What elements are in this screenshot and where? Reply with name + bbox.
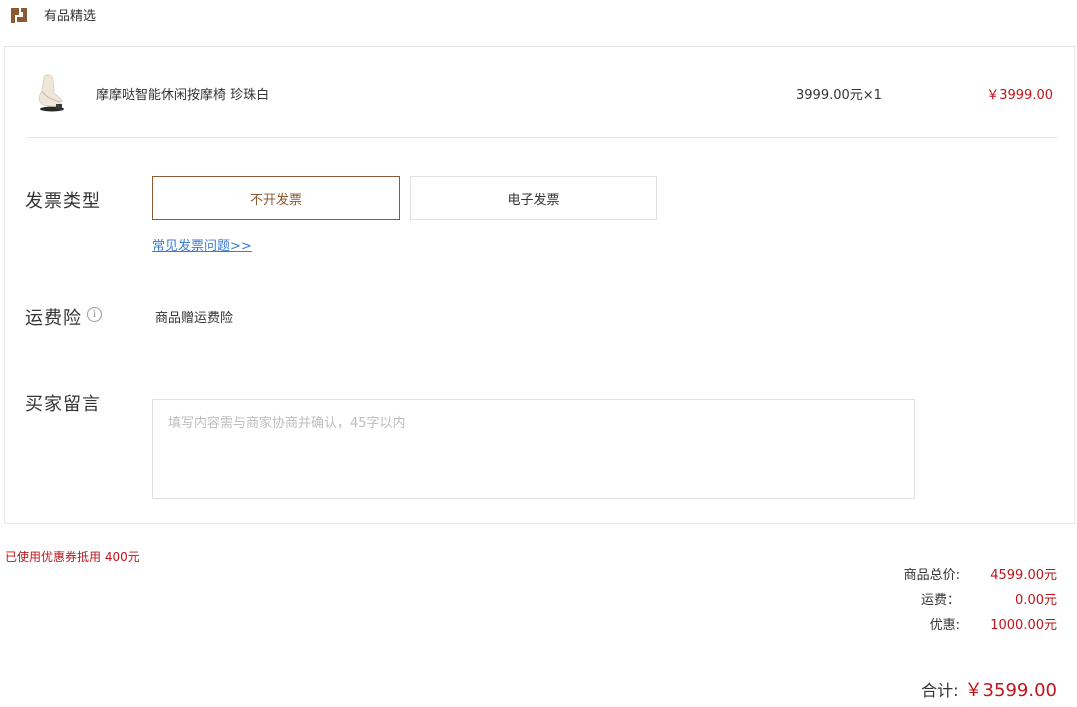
coupon-used-note: 已使用优惠券抵用 400元 — [5, 550, 140, 564]
grand-total: 合计: ￥3599.00 — [921, 676, 1057, 702]
product-name[interactable]: 摩摩哒智能休闲按摩椅 珍珠白 — [96, 84, 269, 103]
product-row: 摩摩哒智能休闲按摩椅 珍珠白 3999.00元×1 ￥3999.00 — [26, 47, 1057, 138]
shop-logo-icon[interactable] — [8, 4, 30, 26]
shipping-fee-value: 0.00元 — [1015, 592, 1057, 608]
grand-total-label: 合计: — [921, 681, 959, 700]
no-invoice-button[interactable]: 不开发票 — [152, 176, 400, 220]
massage-chair-image[interactable] — [30, 71, 68, 113]
grand-total-value: ￥3599.00 — [964, 680, 1057, 701]
discount-row: 优惠: 1000.00元 — [880, 614, 1057, 633]
subtotal-value: 4599.00元 — [990, 567, 1057, 583]
e-invoice-button[interactable]: 电子发票 — [410, 176, 657, 220]
buyer-message-label: 买家留言 — [25, 394, 101, 415]
subtotal-label: 商品总价: — [903, 567, 960, 583]
shop-name[interactable]: 有品精选 — [44, 5, 96, 24]
order-card: 摩摩哒智能休闲按摩椅 珍珠白 3999.00元×1 ￥3999.00 发票类型 … — [4, 46, 1075, 524]
shipping-fee-row: 运费： 0.00元 — [880, 589, 1057, 608]
product-line-total: ￥3999.00 — [986, 88, 1053, 103]
shop-header: 有品精选 — [0, 0, 400, 28]
invoice-faq-link[interactable]: 常见发票问题>> — [152, 235, 252, 254]
product-unit-price-quantity: 3999.00元×1 — [796, 88, 882, 103]
subtotal-row: 商品总价: 4599.00元 — [880, 564, 1057, 583]
buyer-message-input[interactable] — [152, 399, 915, 499]
shipping-insurance-label: 运费险 — [25, 308, 82, 329]
shipping-fee-label: 运费： — [920, 592, 960, 608]
discount-label: 优惠: — [929, 617, 960, 633]
info-icon[interactable]: i — [87, 307, 102, 322]
discount-value: 1000.00元 — [990, 617, 1057, 633]
invoice-type-label: 发票类型 — [25, 191, 101, 212]
shipping-insurance-value: 商品赠运费险 — [155, 311, 234, 326]
